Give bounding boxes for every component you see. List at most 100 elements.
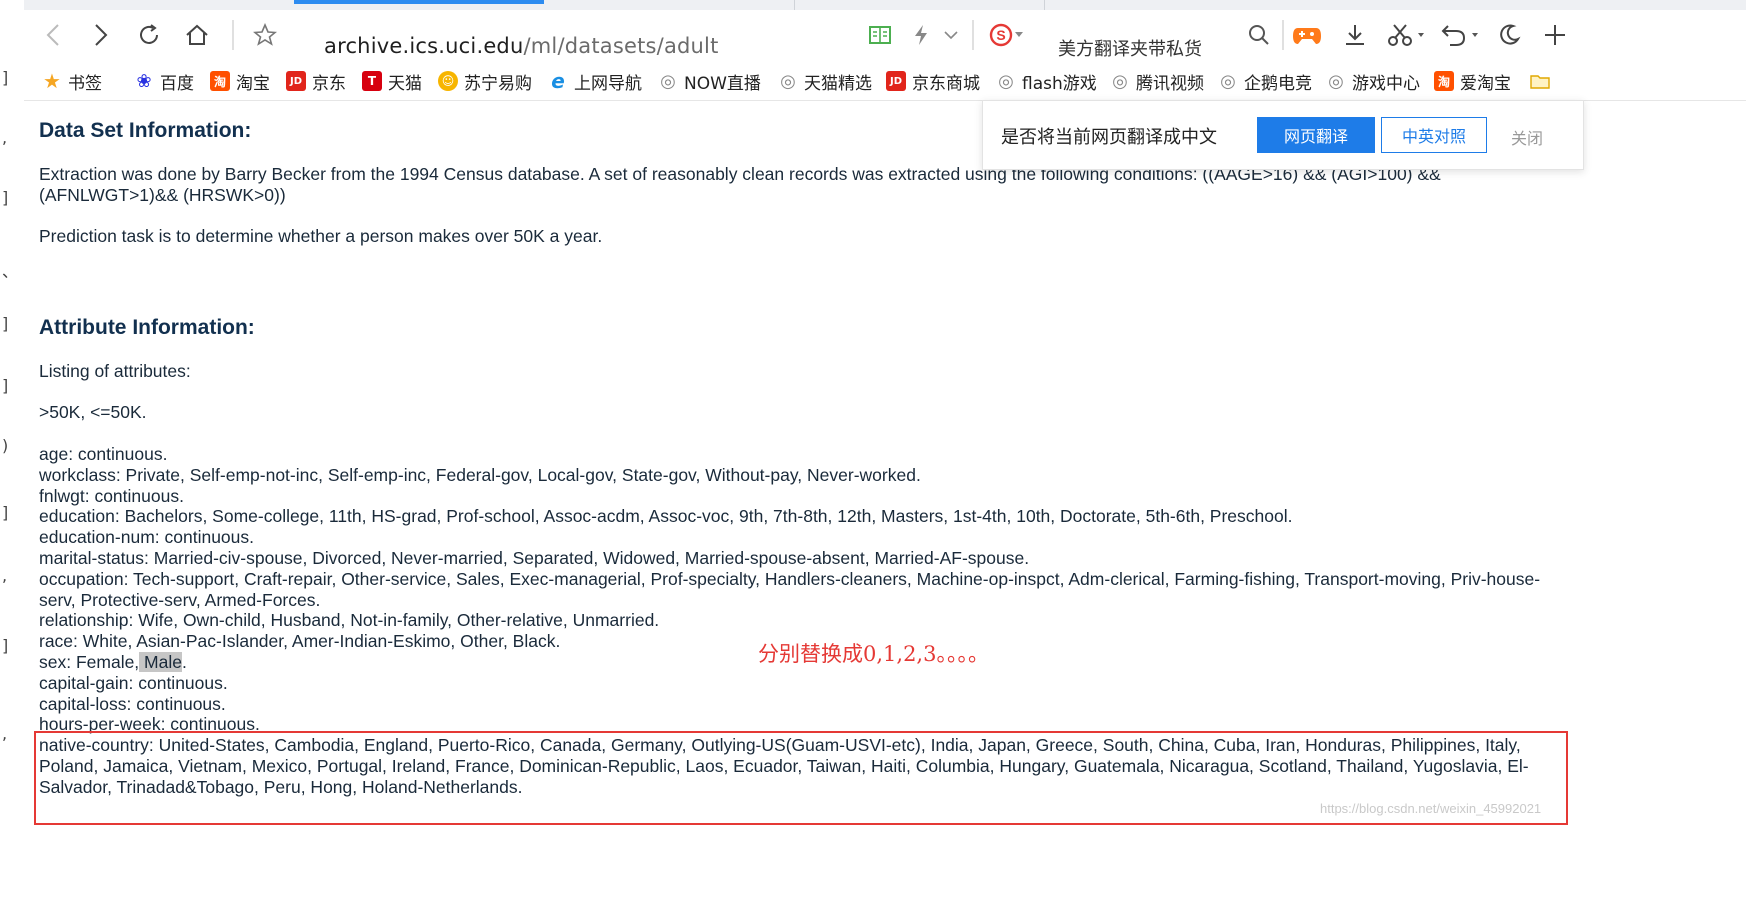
gutter-glyph: , — [2, 128, 8, 147]
attribute-line: education-num: continuous. — [39, 527, 254, 548]
svg-text:S: S — [996, 27, 1005, 43]
bookmark-label: 腾讯视频 — [1136, 73, 1204, 94]
add-icon[interactable] — [1540, 20, 1570, 50]
translate-prompt: 是否将当前网页翻译成中文 网页翻译 中英对照 关闭 — [982, 100, 1584, 170]
bookmark-label: flash游戏 — [1022, 73, 1097, 94]
globe-icon: ◎ — [1112, 70, 1128, 92]
search-icon[interactable] — [1246, 20, 1272, 50]
target-classes: >50K, <=50K. — [39, 402, 147, 422]
url-host: archive.ics.uci.edu — [324, 34, 524, 58]
globe-icon: ◎ — [660, 70, 676, 92]
gutter-glyph: 、 — [2, 262, 19, 281]
gutter-glyph: ] — [2, 636, 9, 655]
translate-question: 是否将当前网页翻译成中文 — [1001, 127, 1217, 148]
section-heading-dataset: Data Set Information: — [39, 119, 252, 142]
bookmark-label: 游戏中心 — [1352, 73, 1420, 94]
attribute-line: marital-status: Married-civ-spouse, Divo… — [39, 548, 1030, 568]
attribute-line: race: White, Asian-Pac-Islander, Amer-In… — [39, 631, 561, 652]
toolbar-divider — [232, 20, 234, 50]
toolbar-divider — [972, 20, 974, 50]
bookmark-item[interactable]: ◎ NOW直播 — [658, 70, 761, 94]
bookmark-label: 淘宝 — [236, 73, 270, 94]
back-icon[interactable] — [38, 20, 68, 50]
globe-icon: ◎ — [1328, 70, 1344, 92]
bookmark-item[interactable]: ❀ 百度 — [134, 70, 194, 94]
attribute-line: capital-gain: continuous. — [39, 672, 228, 693]
sex-highlight-male: Male — [139, 652, 182, 672]
lightning-icon[interactable] — [910, 20, 932, 50]
bookmarks-bar: ★ 书签 ❀ 百度 淘 淘宝 JD 京东 T 天猫 ☺ 苏宁易购 e 上网导航 … — [24, 62, 1746, 101]
gutter-glyph: ] — [2, 314, 9, 333]
left-window-edge: ] , ] 、 ] ] ) ] , ] , — [0, 0, 25, 921]
download-icon[interactable] — [1340, 20, 1370, 50]
bookmark-label: 爱淘宝 — [1460, 73, 1511, 94]
sogou-search-engine-icon[interactable]: S — [988, 20, 1028, 50]
address-bar[interactable]: archive.ics.uci.edu/ml/datasets/adult — [324, 34, 719, 58]
attribute-line: fnlwgt: continuous. — [39, 485, 184, 506]
bookmark-label: 苏宁易购 — [464, 73, 532, 94]
url-path: /ml/datasets/adult — [523, 34, 719, 58]
gutter-glyph: ) — [2, 436, 9, 455]
close-translate-button[interactable]: 关闭 — [1511, 125, 1543, 149]
chevron-down-icon[interactable] — [940, 20, 962, 50]
attribute-line: relationship: Wife, Own-child, Husband, … — [39, 610, 660, 631]
bookmark-folder[interactable] — [1530, 70, 1556, 92]
bookmark-item[interactable]: 淘 爱淘宝 — [1434, 70, 1511, 94]
bookmark-item[interactable]: JD 京东 — [286, 70, 346, 94]
bookmark-item[interactable]: T 天猫 — [362, 70, 422, 94]
bookmark-label: 京东商城 — [912, 73, 980, 94]
bookmark-star-icon[interactable] — [250, 20, 280, 50]
forward-icon[interactable] — [86, 20, 116, 50]
bilingual-button[interactable]: 中英对照 — [1381, 117, 1487, 153]
jd-icon: JD — [286, 71, 306, 91]
attribute-line: education: Bachelors, Some-college, 11th… — [39, 506, 1293, 527]
suning-icon: ☺ — [438, 71, 458, 91]
active-tab-indicator[interactable] — [294, 0, 544, 4]
gutter-glyph: ] — [2, 68, 9, 87]
attribute-line: workclass: Private, Self-emp-not-inc, Se… — [39, 464, 921, 485]
tab-separator — [794, 0, 795, 10]
attribute-line-sex: sex: Female, Male. — [39, 652, 187, 673]
bookmark-item[interactable]: ◎ 企鹅电竞 — [1218, 70, 1312, 94]
reader-mode-icon[interactable] — [866, 20, 894, 50]
bookmark-item[interactable]: ◎ flash游戏 — [996, 70, 1097, 94]
reload-icon[interactable] — [134, 20, 164, 50]
watermark: https://blog.csdn.net/weixin_45992021 — [1320, 801, 1542, 816]
bookmark-label: 天猫精选 — [804, 73, 872, 94]
night-mode-icon[interactable] — [1494, 20, 1524, 50]
bookmark-item[interactable]: 淘 淘宝 — [210, 70, 270, 94]
home-icon[interactable] — [182, 20, 212, 50]
ie-icon: e — [551, 69, 565, 93]
scissors-icon[interactable] — [1384, 20, 1428, 50]
bookmark-label: 上网导航 — [574, 73, 642, 94]
globe-icon: ◎ — [780, 70, 796, 92]
tmall-icon: T — [362, 71, 382, 91]
bookmark-label: 书签 — [68, 73, 102, 94]
section-heading-attributes: Attribute Information: — [39, 316, 255, 339]
attributes-listing-label: Listing of attributes: — [39, 361, 191, 381]
translate-page-button[interactable]: 网页翻译 — [1257, 117, 1375, 153]
gutter-glyph: ] — [2, 376, 9, 395]
bookmark-item[interactable]: JD 京东商城 — [886, 70, 980, 94]
undo-icon[interactable] — [1438, 20, 1482, 50]
folder-icon — [1530, 71, 1550, 91]
bookmark-item[interactable]: ◎ 游戏中心 — [1326, 70, 1420, 94]
search-box-text[interactable]: 美方翻译夹带私货 — [1058, 35, 1202, 61]
gutter-glyph: ] — [2, 503, 9, 522]
page-content: Data Set Information: Extraction was don… — [24, 101, 1746, 921]
star-icon: ★ — [43, 69, 61, 93]
gamepad-icon[interactable] — [1290, 20, 1324, 50]
gutter-glyph: , — [2, 566, 8, 585]
bookmark-item[interactable]: ★ 书签 — [42, 69, 102, 94]
sex-suffix: . — [181, 652, 187, 672]
bookmark-label: NOW直播 — [684, 73, 761, 94]
bookmark-label: 京东 — [312, 73, 346, 94]
gutter-glyph: ] — [2, 188, 9, 207]
bookmark-item[interactable]: ◎ 腾讯视频 — [1110, 70, 1204, 94]
tab-separator — [1044, 0, 1045, 10]
attribute-line: serv, Protective-serv, Armed-Forces. — [39, 589, 321, 610]
sex-prefix: sex: Female, — [39, 652, 140, 672]
bookmark-item[interactable]: ☺ 苏宁易购 — [438, 70, 532, 94]
bookmark-item[interactable]: ◎ 天猫精选 — [778, 70, 872, 94]
bookmark-item[interactable]: e 上网导航 — [548, 69, 642, 94]
